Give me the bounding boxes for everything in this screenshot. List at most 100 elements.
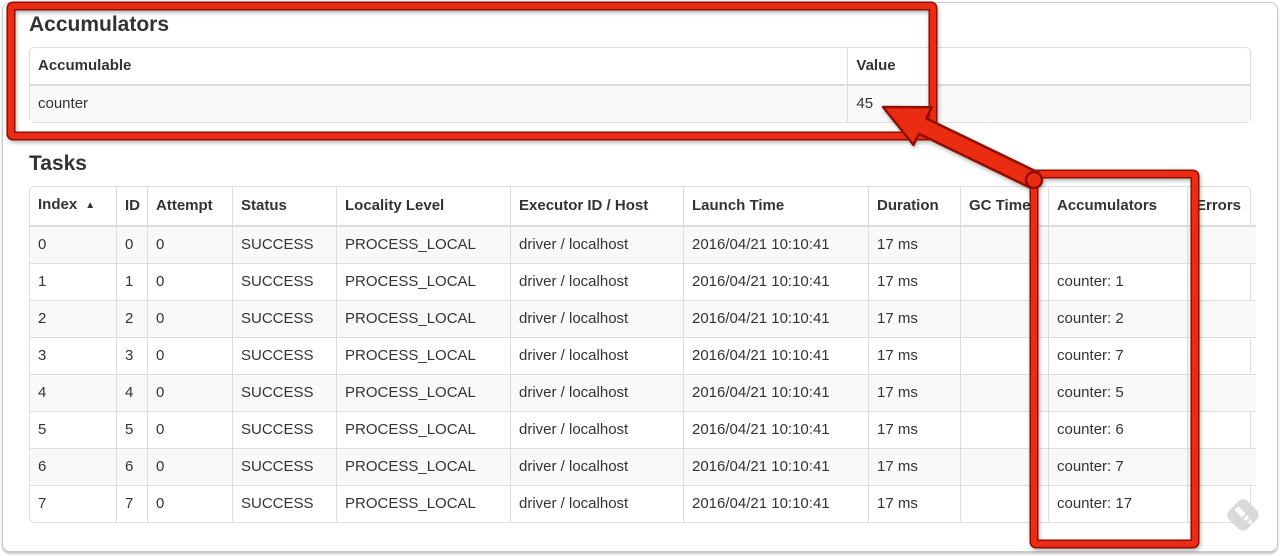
cell-status: SUCCESS: [232, 227, 336, 263]
cell-executor: driver / localhost: [510, 263, 683, 300]
cell-accumulable-name: counter: [38, 95, 89, 112]
tasks-table-body: 0 0 0 SUCCESS PROCESS_LOCAL driver / localhos…: [30, 227, 1256, 522]
cell-errors: [1187, 374, 1256, 411]
accumulators-table-header-row: Accumulable Value: [30, 48, 1250, 86]
cell-id: 4: [116, 374, 147, 411]
cell-attempt: 0: [147, 374, 232, 411]
cell-index: 5: [30, 411, 116, 448]
cell-gc_time: [960, 263, 1048, 300]
task-row-4: 4 4 0 SUCCESS PROCESS_LOCAL driver / localhos…: [30, 374, 1256, 411]
cell-index: 4: [30, 374, 116, 411]
column-header-id[interactable]: ID: [116, 187, 147, 227]
cell-errors: [1187, 300, 1256, 337]
column-header-locality[interactable]: Locality Level: [336, 187, 510, 227]
cell-gc_time: [960, 374, 1048, 411]
column-header-executor[interactable]: Executor ID / Host: [510, 187, 683, 227]
cell-duration: 17 ms: [868, 485, 960, 522]
cell-id: 5: [116, 411, 147, 448]
column-header-duration[interactable]: Duration: [868, 187, 960, 227]
cell-locality: PROCESS_LOCAL: [336, 227, 510, 263]
cell-attempt: 0: [147, 227, 232, 263]
cell-launch_time: 2016/04/21 10:10:41: [683, 448, 868, 485]
column-header-status[interactable]: Status: [232, 187, 336, 227]
cell-gc_time: [960, 227, 1048, 263]
accumulators-section-title: Accumulators: [29, 13, 170, 36]
cell-executor: driver / localhost: [510, 227, 683, 263]
cell-errors: [1187, 263, 1256, 300]
cell-duration: 17 ms: [868, 227, 960, 263]
cell-accumulable-value: 45: [847, 86, 1250, 122]
page-content: Accumulators Accumulable Value counter 4…: [3, 3, 1277, 523]
cell-accumulators: counter: 5: [1048, 374, 1187, 411]
column-header-index[interactable]: Index ▲: [30, 187, 116, 227]
column-header-launch_time[interactable]: Launch Time: [683, 187, 868, 227]
cell-accumulators: counter: 6: [1048, 411, 1187, 448]
task-row-3: 3 3 0 SUCCESS PROCESS_LOCAL driver / localhos…: [30, 337, 1256, 374]
cell-index: 7: [30, 485, 116, 522]
cell-status: SUCCESS: [232, 263, 336, 300]
cell-gc_time: [960, 337, 1048, 374]
cell-gc_time: [960, 485, 1048, 522]
cell-id: 1: [116, 263, 147, 300]
cell-launch_time: 2016/04/21 10:10:41: [683, 374, 868, 411]
cell-gc_time: [960, 300, 1048, 337]
tasks-section-title: Tasks: [29, 152, 87, 175]
tasks-table: Index ▲ ID Attempt Status Locality Level Execu…: [29, 186, 1256, 523]
cell-launch_time: 2016/04/21 10:10:41: [683, 411, 868, 448]
cell-duration: 17 ms: [868, 263, 960, 300]
task-row-2: 2 2 0 SUCCESS PROCESS_LOCAL driver / localhos…: [30, 300, 1256, 337]
cell-launch_time: 2016/04/21 10:10:41: [683, 485, 868, 522]
cell-gc_time: [960, 448, 1048, 485]
column-header-accumulators[interactable]: Accumulators: [1048, 187, 1187, 227]
cell-executor: driver / localhost: [510, 485, 683, 522]
cell-errors: [1187, 227, 1256, 263]
cell-duration: 17 ms: [868, 374, 960, 411]
cell-status: SUCCESS: [232, 337, 336, 374]
cell-accumulators: [1048, 227, 1187, 263]
task-row-7: 7 7 0 SUCCESS PROCESS_LOCAL driver / localhos…: [30, 485, 1256, 522]
cell-id: 3: [116, 337, 147, 374]
cell-locality: PROCESS_LOCAL: [336, 337, 510, 374]
task-row-0: 0 0 0 SUCCESS PROCESS_LOCAL driver / localhos…: [30, 227, 1256, 263]
cell-errors: [1187, 411, 1256, 448]
column-header-errors[interactable]: Errors: [1187, 187, 1256, 227]
cell-status: SUCCESS: [232, 300, 336, 337]
cell-locality: PROCESS_LOCAL: [336, 374, 510, 411]
cell-status: SUCCESS: [232, 374, 336, 411]
cell-executor: driver / localhost: [510, 374, 683, 411]
cell-attempt: 0: [147, 263, 232, 300]
cell-status: SUCCESS: [232, 485, 336, 522]
cell-index: 1: [30, 263, 116, 300]
cell-locality: PROCESS_LOCAL: [336, 411, 510, 448]
cell-index: 6: [30, 448, 116, 485]
cell-index: 3: [30, 337, 116, 374]
cell-accumulators: counter: 17: [1048, 485, 1187, 522]
cell-errors: [1187, 337, 1256, 374]
cell-executor: driver / localhost: [510, 411, 683, 448]
cell-attempt: 0: [147, 300, 232, 337]
cell-status: SUCCESS: [232, 448, 336, 485]
cell-id: 0: [116, 227, 147, 263]
cell-locality: PROCESS_LOCAL: [336, 485, 510, 522]
cell-locality: PROCESS_LOCAL: [336, 448, 510, 485]
cell-index: 2: [30, 300, 116, 337]
accumulator-row: counter 45: [30, 86, 1250, 122]
cell-id: 7: [116, 485, 147, 522]
cell-accumulators: counter: 7: [1048, 337, 1187, 374]
cell-id: 2: [116, 300, 147, 337]
column-header-attempt[interactable]: Attempt: [147, 187, 232, 227]
cell-locality: PROCESS_LOCAL: [336, 263, 510, 300]
cell-accumulators: counter: 7: [1048, 448, 1187, 485]
sort-ascending-icon: ▲: [85, 200, 96, 211]
column-header-accumulable: Accumulable: [30, 48, 848, 86]
cell-executor: driver / localhost: [510, 300, 683, 337]
cell-attempt: 0: [147, 411, 232, 448]
cell-attempt: 0: [147, 448, 232, 485]
cell-gc_time: [960, 411, 1048, 448]
cell-accumulators: counter: 1: [1048, 263, 1187, 300]
tasks-table-header-row: Index ▲ ID Attempt Status Locality Level Execu…: [30, 187, 1256, 227]
cell-launch_time: 2016/04/21 10:10:41: [683, 337, 868, 374]
column-header-gc_time[interactable]: GC Time: [960, 187, 1048, 227]
cell-launch_time: 2016/04/21 10:10:41: [683, 263, 868, 300]
accumulators-table: Accumulable Value counter 45: [29, 47, 1251, 123]
